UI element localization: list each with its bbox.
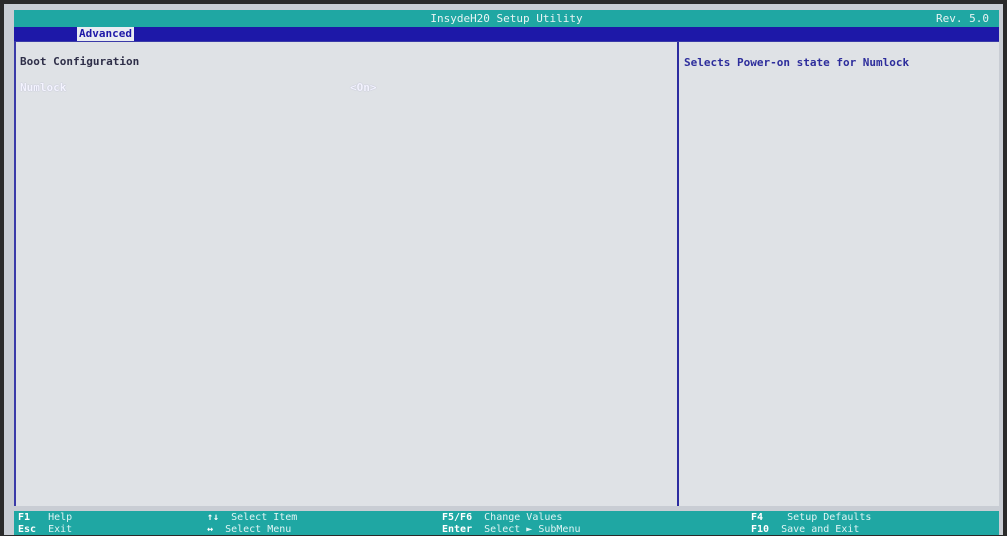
key-f5-f6: F5/F6 xyxy=(442,512,473,523)
footer-help: F1 Help xyxy=(18,512,72,524)
key-left-right-desc: Select Menu xyxy=(225,524,292,535)
footer-setup-defaults: F4 Setup Defaults xyxy=(751,512,871,524)
section-title: Boot Configuration xyxy=(20,55,140,68)
help-text: Selects Power-on state for Numlock xyxy=(684,56,910,69)
footer-select-menu: ↔ Select Menu xyxy=(207,524,291,536)
key-f1-desc: Help xyxy=(48,512,73,523)
footer-select-item: ↑↓ Select Item xyxy=(207,512,297,524)
key-f4-desc: Setup Defaults xyxy=(787,512,872,523)
key-f10: F10 xyxy=(751,524,770,535)
key-enter-desc: Select ► SubMenu xyxy=(484,524,581,535)
main-frame: Boot Configuration Numlock <On> Selects … xyxy=(14,41,999,506)
key-enter: Enter xyxy=(442,524,473,535)
option-value[interactable]: <On> xyxy=(350,81,377,94)
key-esc-desc: Exit xyxy=(48,524,73,535)
bios-screen: InsydeH20 Setup Utility Rev. 5.0 Advance… xyxy=(4,4,1003,535)
revision-label: Rev. 5.0 xyxy=(936,12,989,25)
footer-exit: Esc Exit xyxy=(18,524,72,536)
footer-change-values: F5/F6 Change Values xyxy=(442,512,562,524)
tab-advanced[interactable]: Advanced xyxy=(77,27,134,41)
menu-tab-bar: Advanced xyxy=(14,27,999,41)
key-left-right: ↔ xyxy=(207,524,214,535)
key-up-down: ↑↓ xyxy=(207,512,220,523)
app-title: InsydeH20 Setup Utility xyxy=(430,12,583,25)
key-f10-desc: Save and Exit xyxy=(781,524,860,535)
footer-submenu: Enter Select ► SubMenu xyxy=(442,524,580,536)
option-label: Numlock xyxy=(20,81,67,94)
key-f1: F1 xyxy=(18,512,31,523)
key-f4: F4 xyxy=(751,512,764,523)
numlock-option[interactable]: Numlock <On> xyxy=(20,81,670,95)
key-legend-footer: F1 Help Esc Exit ↑↓ Select Item ↔ Select… xyxy=(14,511,999,535)
key-f5-f6-desc: Change Values xyxy=(484,512,563,523)
key-up-down-desc: Select Item xyxy=(231,512,298,523)
key-esc: Esc xyxy=(18,524,37,535)
footer-save-exit: F10 Save and Exit xyxy=(751,524,859,536)
title-bar: InsydeH20 Setup Utility Rev. 5.0 xyxy=(14,10,999,27)
help-panel: Selects Power-on state for Numlock xyxy=(679,42,999,506)
settings-panel: Boot Configuration Numlock <On> xyxy=(16,42,679,506)
